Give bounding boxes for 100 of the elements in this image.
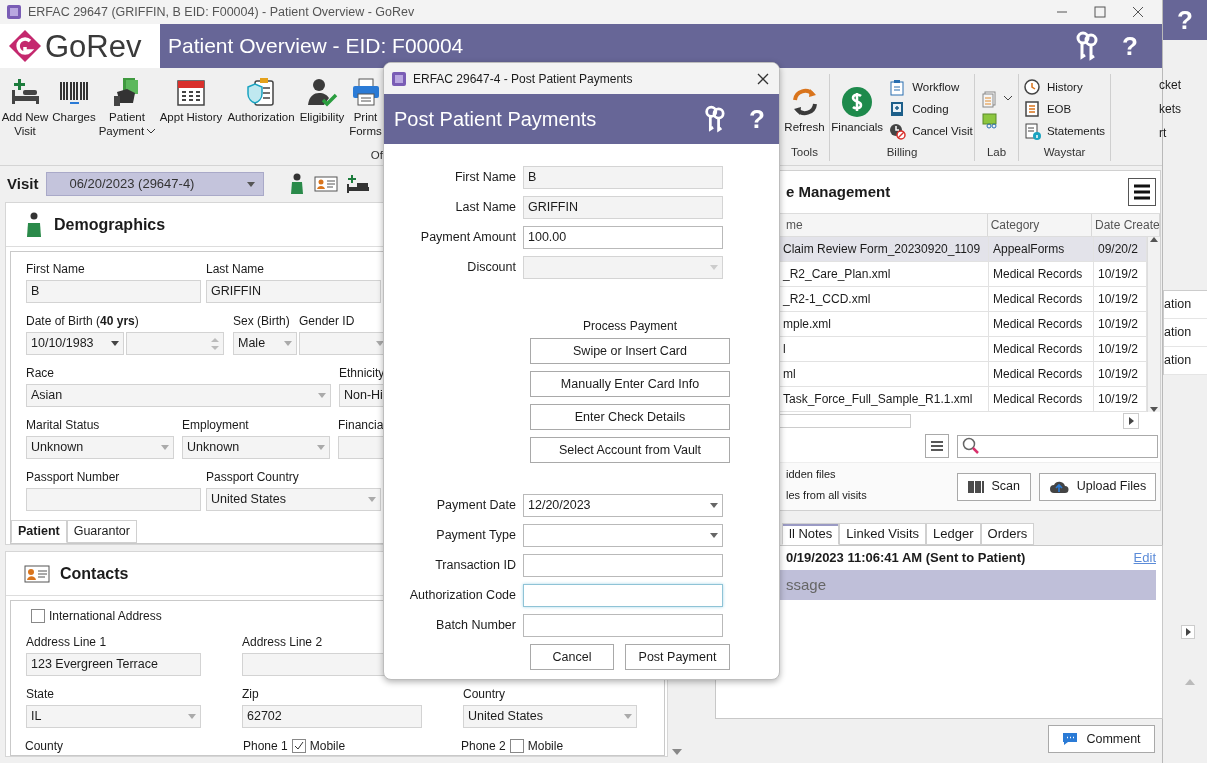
- tab[interactable]: Guarantor: [66, 520, 137, 543]
- toolbar-button[interactable]: rt: [1159, 124, 1207, 142]
- scroll-down-icon[interactable]: [672, 749, 682, 755]
- date-field[interactable]: 10/10/1983: [26, 332, 124, 355]
- caret-icon: [710, 533, 718, 538]
- help-button[interactable]: ?: [1122, 33, 1138, 59]
- bed-icon[interactable]: [346, 174, 371, 194]
- payment-option-button[interactable]: Swipe or Insert Card: [530, 338, 730, 364]
- scan-button[interactable]: Scan: [956, 472, 1031, 501]
- dropdown[interactable]: [523, 524, 723, 547]
- tab[interactable]: Linked Visits: [839, 523, 927, 545]
- text-field[interactable]: [523, 614, 723, 637]
- scroll-up-icon[interactable]: [1185, 679, 1195, 685]
- toolbar-button[interactable]: Add New Visit: [0, 76, 50, 148]
- toolbar-button[interactable]: History: [1023, 76, 1106, 99]
- section-title: Contacts: [60, 563, 129, 584]
- document-icon: [1023, 100, 1042, 119]
- text-field[interactable]: [523, 554, 723, 577]
- upload-button[interactable]: Upload Files: [1039, 472, 1156, 501]
- caret-icon: [111, 341, 119, 346]
- dropdown[interactable]: IL: [26, 705, 201, 728]
- text-field[interactable]: 123 Evergreen Terrace: [26, 653, 201, 676]
- text-field[interactable]: B: [523, 166, 723, 189]
- caret-icon: [247, 181, 256, 187]
- table-cell-text: ation: [1164, 324, 1192, 342]
- toolbar-button[interactable]: Refresh: [784, 76, 825, 144]
- toolbar-button[interactable]: Appt History: [156, 76, 226, 148]
- field-label: Payment Date: [436, 498, 516, 513]
- window-title: ERFAC 29647 (GRIFFIN, B EID: F00004) - Patient Overview - GoRev: [28, 3, 415, 21]
- keys-icon[interactable]: [703, 105, 726, 133]
- toolbar-button[interactable]: EOB: [1023, 98, 1106, 121]
- toolbar-button[interactable]: Eligibility: [296, 76, 348, 148]
- toolbar-button[interactable]: Financials: [831, 76, 884, 144]
- toolbar-button[interactable]: Cancel Visit: [889, 120, 973, 143]
- tab[interactable]: Orders: [980, 523, 1035, 545]
- text-field[interactable]: GRIFFIN: [206, 280, 381, 303]
- text-field[interactable]: [523, 584, 723, 607]
- caret-icon: [317, 445, 325, 450]
- dropdown[interactable]: United States: [206, 488, 381, 511]
- caret-icon: [710, 503, 718, 508]
- toolbar-button[interactable]: Coding: [889, 98, 973, 121]
- dropdown[interactable]: Male: [233, 332, 297, 355]
- toolbar-button[interactable]: cket: [1159, 76, 1207, 94]
- checkbox[interactable]: [31, 609, 45, 623]
- search-field[interactable]: [957, 434, 1158, 458]
- toolbar-button[interactable]: Charges: [50, 76, 98, 148]
- checkbox-label: idden files: [786, 467, 837, 482]
- close-icon[interactable]: [1132, 6, 1144, 18]
- toolbar-button[interactable]: Workflow: [889, 76, 973, 99]
- toolbar-button[interactable]: Print Forms: [348, 76, 383, 148]
- table-cell: Medical Records: [989, 337, 1094, 361]
- toolbar-button[interactable]: kets: [1159, 100, 1207, 118]
- group-label: Billing: [886, 144, 918, 160]
- dialog-title: ERFAC 29647-4 - Post Patient Payments: [413, 70, 633, 88]
- text-field[interactable]: [26, 488, 201, 511]
- cancel-button[interactable]: Cancel: [530, 644, 614, 670]
- contact-card-icon[interactable]: [314, 175, 339, 193]
- dialog-heading: Post Patient Payments: [394, 107, 597, 132]
- text-field[interactable]: 62702: [242, 705, 422, 728]
- clipboard-icon: [245, 76, 277, 108]
- payment-option-button[interactable]: Enter Check Details: [530, 404, 730, 430]
- text-field[interactable]: B: [26, 280, 201, 303]
- dropdown[interactable]: Asian: [26, 384, 331, 407]
- dropdown[interactable]: Unknown: [182, 436, 330, 459]
- list-button[interactable]: [925, 434, 949, 458]
- tab[interactable]: ll Notes: [782, 523, 840, 545]
- visit-dropdown[interactable]: 06/20/2023 (29647-4): [46, 172, 265, 196]
- payment-option-button[interactable]: Manually Enter Card Info: [530, 371, 730, 397]
- logo-text: GoRev: [45, 30, 142, 62]
- visit-label: Visit: [7, 173, 39, 194]
- scroll-right-icon[interactable]: [1181, 625, 1195, 639]
- text-field[interactable]: 100.00: [523, 226, 723, 249]
- text-field[interactable]: GRIFFIN: [523, 196, 723, 219]
- help-button[interactable]: ?: [749, 106, 765, 132]
- maximize-icon[interactable]: [1094, 6, 1106, 18]
- tab[interactable]: Ledger: [926, 523, 981, 545]
- caret-icon: [624, 714, 632, 719]
- payment-option-button[interactable]: Select Account from Vault: [530, 437, 730, 463]
- toolbar-button[interactable]: Statements: [1023, 120, 1106, 143]
- menu-button[interactable]: [1128, 178, 1156, 206]
- toolbar-button[interactable]: Patient Payment: [98, 76, 156, 148]
- checkbox[interactable]: [291, 739, 306, 753]
- tab[interactable]: Patient: [11, 520, 67, 543]
- toolbar-button[interactable]: Authorization: [226, 76, 296, 148]
- scroll-right-icon[interactable]: [1123, 413, 1139, 429]
- close-icon[interactable]: [757, 72, 769, 85]
- spin-field[interactable]: [126, 332, 224, 355]
- checkbox[interactable]: [509, 739, 524, 753]
- post-payment-button[interactable]: Post Payment: [625, 644, 730, 670]
- comment-button[interactable]: Comment: [1048, 725, 1155, 753]
- dropdown[interactable]: 12/20/2023: [523, 494, 723, 517]
- group-label: Tools: [791, 144, 818, 160]
- checkbox-label: International Address: [49, 608, 162, 625]
- dropdown[interactable]: Unknown: [26, 436, 174, 459]
- user-check-icon: [306, 76, 338, 108]
- scrollbar[interactable]: [1147, 237, 1160, 412]
- dropdown[interactable]: United States: [463, 705, 637, 728]
- field-label: First Name: [454, 170, 516, 185]
- keys-icon[interactable]: [1074, 31, 1099, 61]
- check-icon: [293, 741, 304, 751]
